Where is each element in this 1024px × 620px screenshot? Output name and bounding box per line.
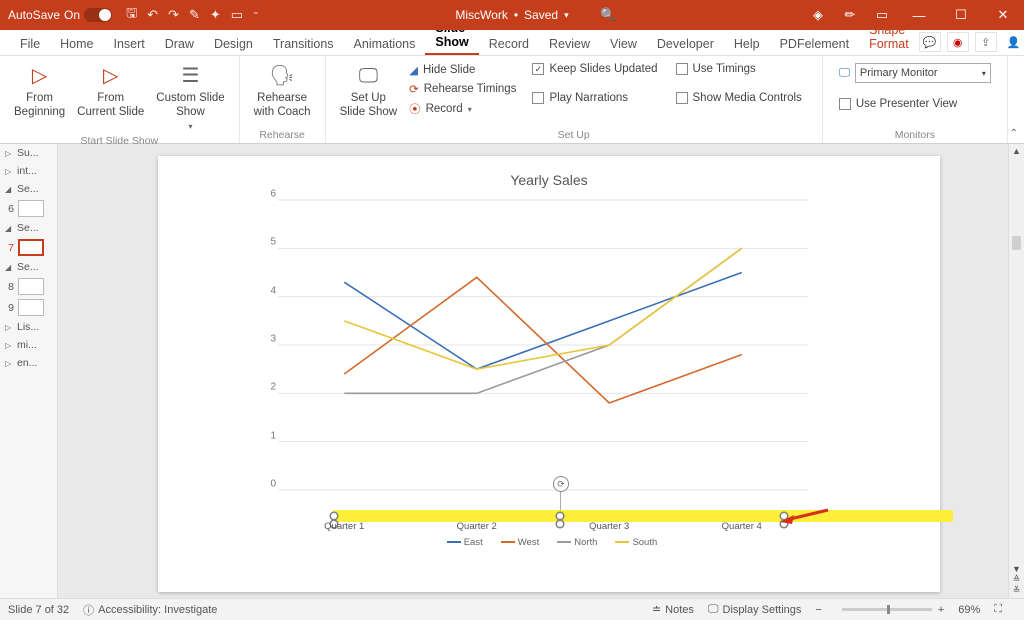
section-header[interactable]: ◢Se... — [0, 258, 57, 276]
notes-button[interactable]: ≐Notes — [652, 603, 694, 616]
share-button[interactable]: ⇪ — [975, 32, 997, 52]
maximize-button[interactable]: ☐ — [940, 0, 982, 30]
keep-updated-checkbox[interactable]: ✓Keep Slides Updated — [530, 62, 659, 76]
search-icon[interactable]: 🔍 — [600, 7, 616, 23]
section-header[interactable]: ▷Su... — [0, 144, 57, 162]
document-title[interactable]: MiscWork•Saved▾ — [455, 8, 568, 22]
rotate-handle[interactable]: ⟳ — [553, 476, 569, 492]
undo-icon[interactable]: ↶ — [147, 7, 158, 23]
selection-handle[interactable] — [556, 512, 564, 520]
section-header[interactable]: ▷Lis... — [0, 318, 57, 336]
display-settings-button[interactable]: 🖵Display Settings — [708, 603, 801, 616]
custom-show-button[interactable]: ☰ Custom Slide Show ▾ — [150, 60, 230, 133]
record-button[interactable]: ◉ — [947, 32, 969, 52]
tab-transitions[interactable]: Transitions — [263, 32, 344, 55]
zoom-level[interactable]: 69% — [958, 604, 980, 616]
vertical-scrollbar[interactable]: ▲ ▼ ≙ ≚ — [1008, 144, 1024, 598]
ribbon-tabs: File Home Insert Draw Design Transitions… — [0, 30, 1024, 56]
tab-review[interactable]: Review — [539, 32, 600, 55]
chart-legend: EastWestNorthSouth — [158, 537, 940, 548]
diamond-icon[interactable]: ◈ — [802, 0, 834, 30]
ribbon: ▷ From Beginning ▷ From Current Slide ☰ … — [0, 56, 1024, 144]
close-button[interactable]: ✕ — [982, 0, 1024, 30]
hide-slide-button[interactable]: ◢Hide Slide — [407, 62, 518, 78]
section-header[interactable]: ◢Se... — [0, 180, 57, 198]
from-beginning-button[interactable]: ▷ From Beginning — [8, 60, 71, 133]
setup-slideshow-button[interactable]: 🖵 Set Up Slide Show — [334, 60, 404, 122]
autosave-toggle[interactable]: AutoSave On — [8, 8, 112, 22]
section-header[interactable]: ▷int... — [0, 162, 57, 180]
chart-title: Yearly Sales — [158, 172, 940, 188]
scroll-up-icon[interactable]: ▲ — [1012, 146, 1021, 156]
show-media-checkbox[interactable]: Show Media Controls — [674, 91, 804, 105]
tab-developer[interactable]: Developer — [647, 32, 724, 55]
slide-thumbnail[interactable]: 8 — [0, 276, 57, 297]
tab-file[interactable]: File — [10, 32, 50, 55]
zoom-out-button[interactable]: − — [815, 604, 821, 616]
save-icon[interactable]: 🖫 — [126, 4, 137, 26]
minimize-button[interactable]: — — [898, 0, 940, 30]
presenter-view-checkbox[interactable]: Use Presenter View — [837, 97, 993, 111]
next-slide-icon[interactable]: ≚ — [1013, 585, 1021, 596]
scroll-down-icon[interactable]: ▼ — [1012, 564, 1021, 574]
ribbon-mode-icon[interactable]: ▭ — [866, 0, 898, 30]
accessibility-icon: ⓘ — [83, 602, 94, 618]
redo-icon[interactable]: ↷ — [168, 7, 179, 23]
tab-view[interactable]: View — [600, 32, 647, 55]
chart-plot[interactable]: 0123456 — [278, 200, 808, 510]
display-icon: 🖵 — [708, 603, 719, 616]
from-current-button[interactable]: ▷ From Current Slide — [71, 60, 150, 133]
group-label: Rehearse — [248, 127, 317, 141]
rehearse-timings-button[interactable]: ⟳Rehearse Timings — [407, 81, 518, 97]
tab-pdfelement[interactable]: PDFelement — [770, 32, 859, 55]
tab-record[interactable]: Record — [479, 32, 539, 55]
group-label: Set Up — [334, 127, 814, 141]
prev-slide-icon[interactable]: ≙ — [1013, 574, 1021, 585]
section-header[interactable]: ◢Se... — [0, 219, 57, 237]
section-header[interactable]: ▷en... — [0, 354, 57, 372]
zoom-slider[interactable] — [842, 608, 932, 611]
tab-animations[interactable]: Animations — [344, 32, 426, 55]
x-axis-labels: Quarter 1Quarter 2Quarter 3Quarter 4 — [278, 521, 808, 532]
zoom-in-button[interactable]: + — [938, 604, 944, 616]
title-bar: AutoSave On 🖫 ↶ ↷ ✎ ✦ ▭ ⁼ 🔍 MiscWork•Sav… — [0, 0, 1024, 30]
qat-icon[interactable]: ✦ — [210, 7, 221, 23]
use-timings-checkbox[interactable]: Use Timings — [674, 62, 804, 76]
slide-thumbnail[interactable]: 7 — [0, 237, 57, 258]
rehearse-coach-button[interactable]: 🗣 Rehearse with Coach — [248, 60, 317, 122]
slide-thumbnail[interactable]: 9 — [0, 297, 57, 318]
accessibility-status[interactable]: ⓘAccessibility: Investigate — [83, 602, 217, 618]
tab-help[interactable]: Help — [724, 32, 770, 55]
qat-more-icon[interactable]: ⁼ — [253, 10, 258, 21]
selection-handle[interactable] — [330, 512, 338, 520]
slide-thumbnail-panel[interactable]: ▷Su... ▷int... ◢Se... 6 ◢Se... 7 ◢Se... … — [0, 144, 58, 598]
section-header[interactable]: ▷mi... — [0, 336, 57, 354]
slide[interactable]: Yearly Sales 0123456 ⟳ Quarter 1Quarter … — [158, 156, 940, 592]
slide-position[interactable]: Slide 7 of 32 — [8, 604, 69, 616]
tab-insert[interactable]: Insert — [104, 32, 155, 55]
notes-icon: ≐ — [652, 603, 661, 616]
touch-icon[interactable]: ✎ — [189, 7, 200, 23]
play-narrations-checkbox[interactable]: Play Narrations — [530, 91, 659, 105]
brush-icon[interactable]: ✏ — [834, 0, 866, 30]
rotate-connector — [560, 492, 561, 510]
comments-button[interactable]: 💬 — [919, 32, 941, 52]
fit-to-window-button[interactable]: ⛶ — [994, 603, 1002, 616]
monitor-select[interactable]: 🖵 Primary Monitor▾ — [837, 62, 993, 84]
collapse-ribbon-button[interactable]: ⌃ — [1010, 128, 1018, 139]
tab-draw[interactable]: Draw — [155, 32, 204, 55]
slide-canvas-area[interactable]: Yearly Sales 0123456 ⟳ Quarter 1Quarter … — [58, 144, 1024, 598]
group-label: Monitors — [831, 127, 999, 141]
annotation-arrow-icon — [780, 508, 830, 524]
record-button[interactable]: ⦿Record▾ — [407, 100, 518, 118]
quick-access-toolbar: 🖫 ↶ ↷ ✎ ✦ ▭ ⁼ — [126, 4, 258, 26]
account-icon[interactable]: 👤 — [1003, 32, 1024, 52]
scrollbar-thumb[interactable] — [1012, 236, 1021, 250]
tab-home[interactable]: Home — [50, 32, 103, 55]
status-bar: Slide 7 of 32 ⓘAccessibility: Investigat… — [0, 598, 1024, 620]
slide-thumbnail[interactable]: 6 — [0, 198, 57, 219]
tab-design[interactable]: Design — [204, 32, 263, 55]
qat-icon[interactable]: ▭ — [231, 7, 243, 23]
